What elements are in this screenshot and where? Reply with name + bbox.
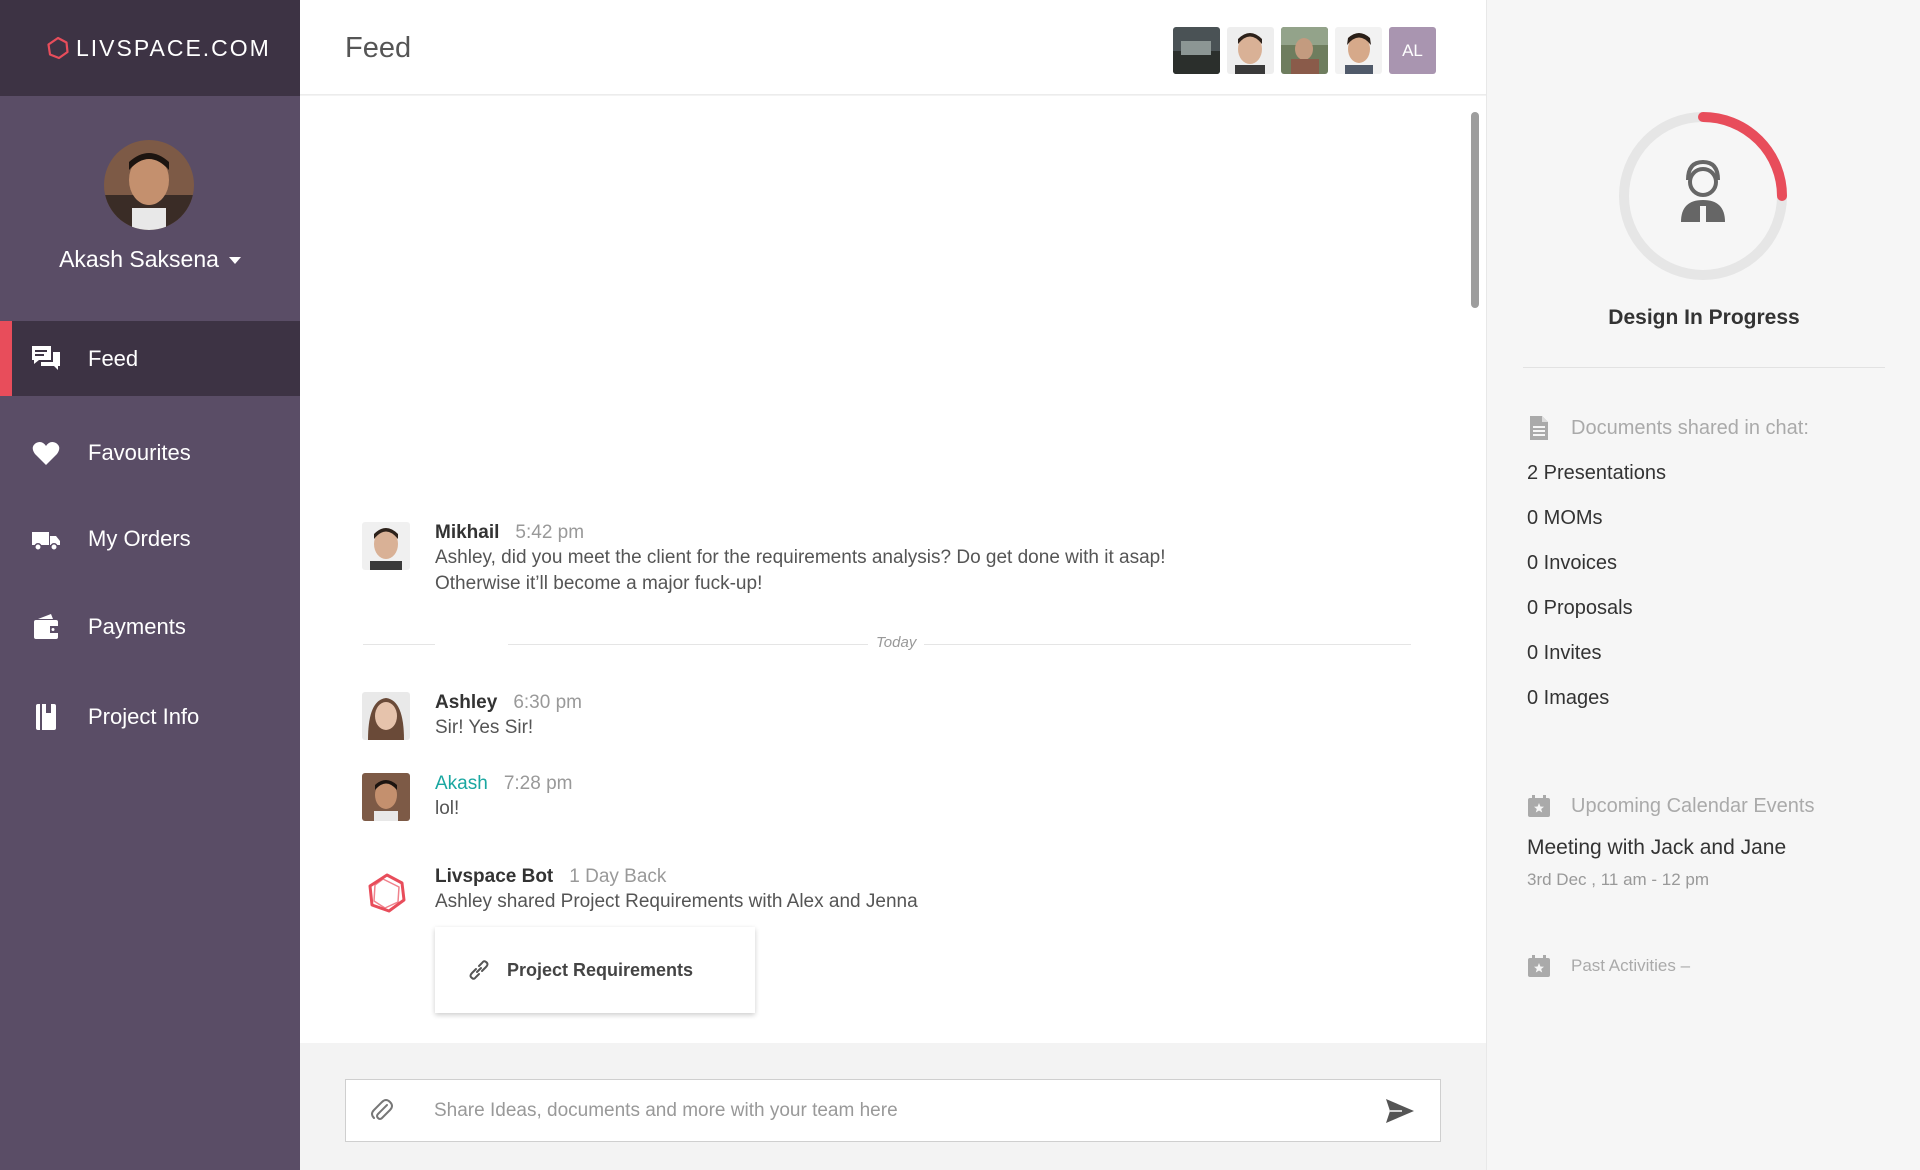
link-icon (467, 958, 491, 982)
designer-icon (1681, 159, 1725, 222)
project-panel: Design In Progress Documents shared in c… (1486, 0, 1920, 1170)
member-avatar[interactable] (1227, 27, 1274, 74)
feed-header: Feed AL (300, 0, 1486, 95)
project-status: Design In Progress (1608, 306, 1800, 329)
nav-label: Feed (88, 345, 139, 371)
chat-bubbles-icon (30, 343, 62, 375)
divider-line (363, 644, 435, 645)
sidebar: LIVSPACE.COM Akash Saksena Feed Favourit… (0, 0, 300, 1170)
message-input[interactable] (434, 1080, 1380, 1141)
nav-item-payments[interactable]: Payments (0, 582, 300, 672)
message-text: Ashley, did you meet the client for the … (435, 547, 1166, 568)
date-divider: Today (363, 634, 1411, 651)
message-text: Otherwise it’ll become a major fuck-up! (435, 573, 763, 594)
message-composer (345, 1079, 1441, 1142)
message-text: lol! (435, 798, 460, 819)
document-icon (1527, 414, 1551, 442)
truck-icon (30, 523, 62, 555)
nav-label: My Orders (88, 526, 191, 551)
member-initials-avatar[interactable]: AL (1389, 27, 1436, 74)
member-avatar[interactable] (1281, 27, 1328, 74)
date-divider-label: Today (868, 634, 925, 651)
nav-label: Payments (88, 614, 186, 639)
page-title: Feed (345, 32, 412, 64)
user-name: Akash Saksena (59, 246, 219, 272)
nav-item-favourites[interactable]: Favourites (0, 396, 300, 496)
calendar-heading-label: Upcoming Calendar Events (1571, 794, 1815, 817)
message-time: 6:30 pm (513, 692, 582, 713)
message-avatar[interactable] (362, 692, 410, 740)
calendar-icon (1527, 792, 1551, 820)
nav-item-my-orders[interactable]: My Orders (0, 496, 300, 582)
divider (1523, 367, 1885, 368)
message-author[interactable]: Livspace Bot (435, 866, 553, 887)
calendar-heading: Upcoming Calendar Events (1527, 792, 1814, 820)
documents-heading-label: Documents shared in chat: (1571, 416, 1809, 439)
brand-name: LIVSPACE.COM (76, 34, 271, 61)
message-text: Sir! Yes Sir! (435, 717, 534, 738)
main-area: Feed AL Mikhail 5:42 pm Ashley, did you … (300, 0, 1486, 1170)
livspace-logo-icon (47, 36, 69, 60)
calendar-icon (1527, 952, 1551, 980)
document-count[interactable]: 0 Images (1527, 683, 1666, 728)
nav-item-feed[interactable]: Feed (0, 321, 300, 396)
nav-label: Favourites (88, 440, 191, 465)
user-menu[interactable]: Akash Saksena (0, 246, 300, 273)
message-time: 1 Day Back (569, 866, 667, 887)
document-list: 2 Presentations 0 MOMs 0 Invoices 0 Prop… (1527, 458, 1666, 728)
event-time: 3rd Dec , 11 am - 12 pm (1527, 870, 1710, 889)
feed-messages: Mikhail 5:42 pm Ashley, did you meet the … (300, 96, 1470, 1043)
nav-label: Project Info (88, 704, 200, 729)
document-count[interactable]: 0 Invoices (1527, 548, 1666, 593)
wallet-icon (30, 611, 62, 643)
document-count[interactable]: 0 Proposals (1527, 593, 1666, 638)
book-icon (30, 701, 62, 733)
member-avatar[interactable] (1335, 27, 1382, 74)
member-avatar[interactable] (1173, 27, 1220, 74)
progress-ring (1619, 112, 1787, 280)
send-icon[interactable] (1380, 1091, 1420, 1131)
past-activities-heading[interactable]: Past Activities – (1527, 952, 1690, 980)
documents-heading: Documents shared in chat: (1527, 414, 1809, 442)
shared-document-title: Project Requirements (507, 959, 694, 980)
past-activities-label: Past Activities – (1571, 956, 1691, 975)
divider-line (508, 644, 1411, 645)
team-members: AL (1173, 27, 1436, 74)
chevron-down-icon (228, 257, 241, 265)
message-time: 5:42 pm (515, 522, 585, 543)
shared-document-card[interactable]: Project Requirements (435, 927, 755, 1013)
event-title[interactable]: Meeting with Jack and Jane (1527, 836, 1786, 860)
feed-scrollbar[interactable] (1470, 96, 1486, 1043)
message-author[interactable]: Akash (435, 773, 488, 794)
document-count[interactable]: 0 MOMs (1527, 503, 1666, 548)
message-text: Ashley shared Project Requirements with … (435, 891, 918, 912)
message-author[interactable]: Ashley (435, 692, 497, 713)
scrollbar-thumb[interactable] (1471, 112, 1479, 308)
brand-header[interactable]: LIVSPACE.COM (0, 0, 300, 96)
document-count[interactable]: 0 Invites (1527, 638, 1666, 683)
user-profile: Akash Saksena (0, 96, 300, 321)
livspace-bot-logo-icon (365, 871, 409, 915)
message-time: 7:28 pm (503, 773, 573, 794)
document-count[interactable]: 2 Presentations (1527, 458, 1666, 503)
message-avatar[interactable] (362, 773, 410, 821)
heart-icon (30, 437, 62, 469)
user-avatar[interactable] (104, 140, 194, 230)
paperclip-icon[interactable] (366, 1095, 398, 1127)
nav-item-project-info[interactable]: Project Info (0, 672, 300, 762)
message-avatar[interactable] (362, 522, 410, 570)
message-author[interactable]: Mikhail (435, 522, 499, 543)
